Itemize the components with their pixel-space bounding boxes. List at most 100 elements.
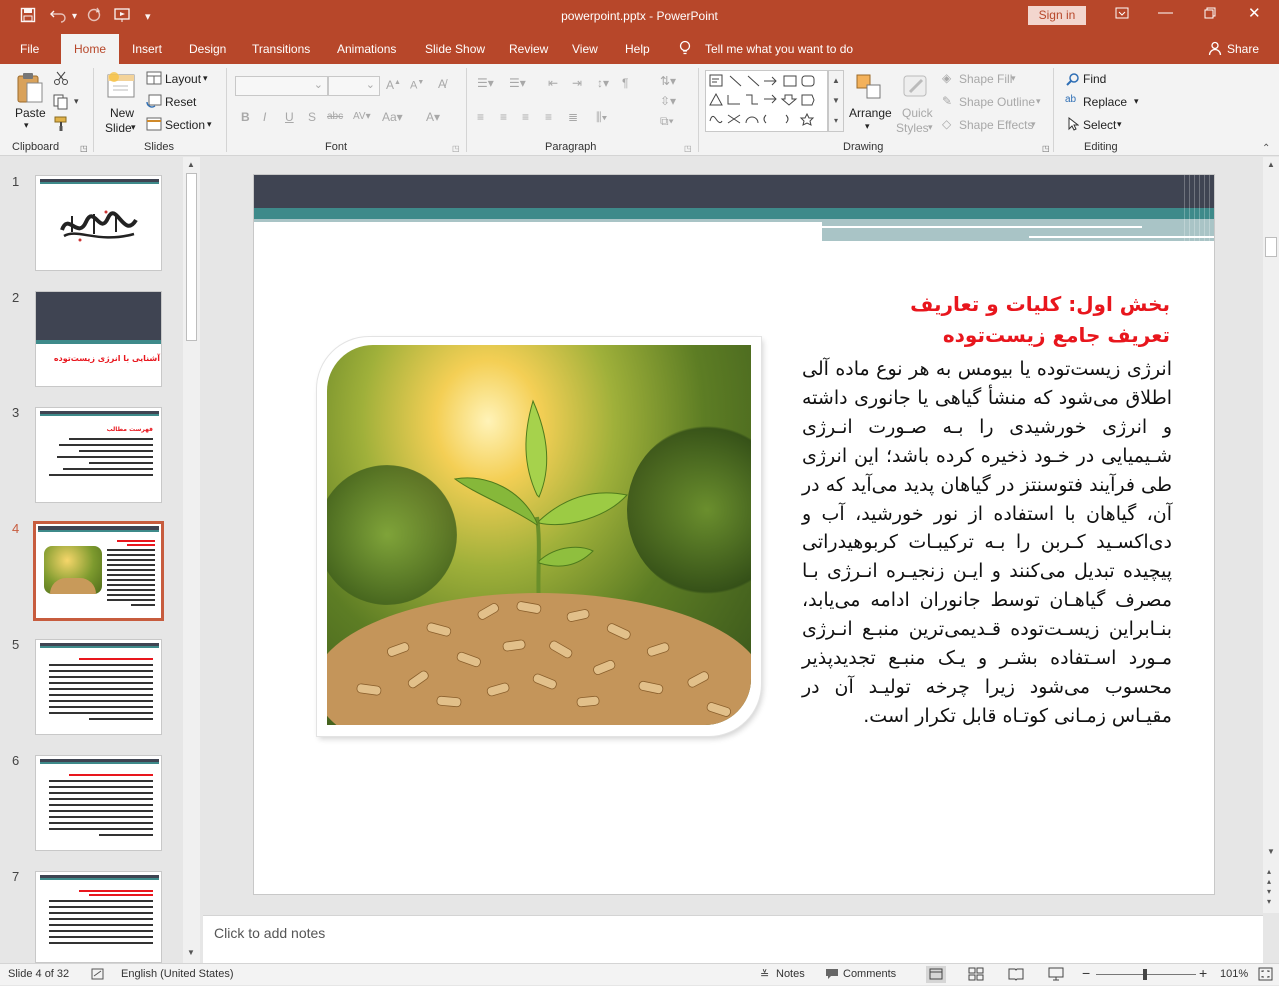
slide-heading[interactable]: بخش اول: کلیات و تعاریف تعریف جامع زیست‌… <box>790 289 1170 351</box>
align-left-icon[interactable]: ≡ <box>477 110 484 124</box>
tell-me-search[interactable]: Tell me what you want to do <box>705 42 853 56</box>
tab-design[interactable]: Design <box>189 42 226 56</box>
collapse-ribbon-icon[interactable]: ⌃ <box>1262 143 1270 154</box>
zoom-level[interactable]: 101% <box>1220 968 1248 980</box>
thumbnail-slide-4[interactable] <box>33 521 164 621</box>
decrease-indent-icon[interactable]: ⇤ <box>548 76 558 90</box>
slide-scrollbar[interactable]: ▲ ▼ ▴ ▴ ▾ ▾ <box>1263 157 1279 913</box>
replace-button[interactable]: Replace <box>1083 95 1127 109</box>
reading-view-icon[interactable] <box>1008 967 1024 984</box>
scroll-up-icon[interactable]: ▲ <box>1267 160 1275 169</box>
format-painter-icon[interactable] <box>53 116 69 135</box>
rtl-icon[interactable]: ¶ <box>622 76 628 90</box>
quick-styles-dropdown-icon[interactable]: ▾ <box>928 122 933 133</box>
scroll-thumb[interactable] <box>186 173 197 341</box>
shape-outline-dropdown-icon[interactable]: ▾ <box>1036 96 1041 107</box>
section-icon[interactable] <box>146 117 162 134</box>
next-slide-icon[interactable]: ▾ ▾ <box>1267 887 1271 907</box>
tab-animations[interactable]: Animations <box>337 42 396 56</box>
layout-button[interactable]: Layout <box>165 72 201 86</box>
columns-icon[interactable]: ⫼▾ <box>596 110 607 125</box>
reset-button[interactable]: Reset <box>165 95 196 109</box>
tab-help[interactable]: Help <box>625 42 650 56</box>
align-right-icon[interactable]: ≡ <box>522 110 529 124</box>
grow-font-icon[interactable]: A▲ <box>386 78 401 92</box>
tab-slide-show[interactable]: Slide Show <box>425 42 485 56</box>
paste-icon[interactable] <box>15 71 45 108</box>
align-text-icon[interactable]: ⇳▾ <box>660 94 676 108</box>
tab-insert[interactable]: Insert <box>132 42 162 56</box>
minimize-icon[interactable]: — <box>1158 4 1173 21</box>
shape-fill-dropdown-icon[interactable]: ▾ <box>1011 73 1016 84</box>
distributed-icon[interactable]: ≣ <box>568 110 578 124</box>
character-spacing-icon[interactable]: AV▾ <box>353 111 371 122</box>
text-shadow-icon[interactable]: S <box>308 110 316 124</box>
shape-outline-button[interactable]: Shape Outline <box>959 95 1035 109</box>
thumbnail-slide-2[interactable]: آشنایی با انرژی زیست‌توده <box>35 291 162 387</box>
replace-icon[interactable]: ab <box>1065 94 1076 105</box>
scroll-up-icon[interactable]: ▲ <box>187 160 195 169</box>
shape-effects-dropdown-icon[interactable]: ▾ <box>1031 119 1036 130</box>
sign-in-button[interactable]: Sign in <box>1028 6 1086 25</box>
drawing-launcher-icon[interactable]: ◳ <box>1042 144 1050 153</box>
tab-view[interactable]: View <box>572 42 598 56</box>
quick-styles-button-line2[interactable]: Styles <box>896 121 929 135</box>
italic-icon[interactable]: I <box>263 110 266 124</box>
section-button[interactable]: Section <box>165 118 205 132</box>
text-direction-icon[interactable]: ⇅▾ <box>660 74 676 88</box>
increase-indent-icon[interactable]: ⇥ <box>572 76 582 90</box>
tab-home[interactable]: Home <box>61 34 119 64</box>
share-icon[interactable] <box>1208 41 1222 59</box>
zoom-slider-thumb[interactable] <box>1143 969 1147 980</box>
zoom-out-icon[interactable]: − <box>1082 965 1090 981</box>
shape-fill-button[interactable]: Shape Fill <box>959 72 1012 86</box>
reset-icon[interactable] <box>146 94 162 111</box>
comments-button[interactable]: Comments <box>843 968 896 980</box>
slide-body-text[interactable]: انرژی زیست‌توده یا بیومس به هر نوع ماده … <box>802 355 1172 731</box>
shape-effects-button[interactable]: Shape Effects <box>959 118 1034 132</box>
normal-view-icon[interactable] <box>926 966 946 983</box>
tab-file[interactable]: File <box>20 42 39 56</box>
arrange-dropdown-icon[interactable]: ▾ <box>865 121 870 132</box>
paste-button[interactable]: Paste <box>15 106 46 120</box>
underline-icon[interactable]: U <box>285 110 294 124</box>
plant-seedling-image[interactable] <box>317 337 761 736</box>
numbering-icon[interactable]: ☰▾ <box>509 76 526 90</box>
quick-styles-icon[interactable] <box>900 72 932 105</box>
strikethrough-icon[interactable]: abc <box>327 111 343 122</box>
select-icon[interactable] <box>1067 116 1080 134</box>
find-button[interactable]: Find <box>1083 72 1106 86</box>
layout-icon[interactable] <box>146 71 162 88</box>
find-icon[interactable] <box>1066 72 1080 89</box>
paste-dropdown-icon[interactable]: ▾ <box>24 120 29 131</box>
notes-placeholder[interactable]: Click to add notes <box>214 925 325 941</box>
font-color-icon[interactable]: A▾ <box>426 110 440 124</box>
smartart-icon[interactable]: ⧉▾ <box>660 114 674 129</box>
comments-icon[interactable] <box>825 968 839 983</box>
shapes-gallery[interactable] <box>705 70 828 132</box>
previous-slide-icon[interactable]: ▴ ▴ <box>1267 867 1271 887</box>
shrink-font-icon[interactable]: A▼ <box>410 79 424 92</box>
replace-dropdown-icon[interactable]: ▾ <box>1134 96 1139 107</box>
restore-icon[interactable] <box>1204 6 1216 23</box>
thumbnail-slide-3[interactable]: فهرست مطالب <box>35 407 162 503</box>
quick-styles-button-line1[interactable]: Quick <box>902 106 933 120</box>
ribbon-display-icon[interactable] <box>1115 6 1129 24</box>
slide-canvas[interactable]: بخش اول: کلیات و تعاریف تعریف جامع زیست‌… <box>253 174 1215 895</box>
layout-dropdown-icon[interactable]: ▾ <box>203 73 208 84</box>
new-slide-icon[interactable] <box>106 71 138 106</box>
notes-button[interactable]: Notes <box>776 968 805 980</box>
paragraph-launcher-icon[interactable]: ◳ <box>684 144 692 153</box>
font-name-select[interactable]: ⌄ <box>235 76 328 96</box>
slide-sorter-icon[interactable] <box>968 967 984 984</box>
shape-outline-icon[interactable]: ✎ <box>942 94 952 108</box>
clipboard-launcher-icon[interactable]: ◳ <box>80 144 88 153</box>
scroll-down-icon[interactable]: ▼ <box>187 948 195 957</box>
copy-dropdown-icon[interactable]: ▾ <box>74 96 79 107</box>
font-launcher-icon[interactable]: ◳ <box>452 144 460 153</box>
tab-review[interactable]: Review <box>509 42 548 56</box>
thumbnail-slide-7[interactable] <box>35 871 162 963</box>
select-dropdown-icon[interactable]: ▾ <box>1117 119 1122 130</box>
notes-icon[interactable]: ≚ <box>760 968 769 981</box>
scroll-thumb[interactable] <box>1265 237 1277 257</box>
